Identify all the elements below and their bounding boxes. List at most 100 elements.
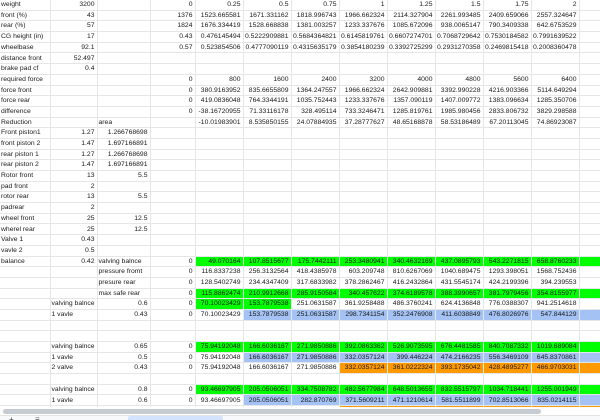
- cell[interactable]: [0, 277, 50, 288]
- cell[interactable]: 49.070164: [195, 256, 243, 267]
- cell[interactable]: [97, 53, 150, 64]
- cell[interactable]: 0: [150, 384, 195, 395]
- cell[interactable]: 0.5: [50, 245, 97, 256]
- cell[interactable]: [387, 320, 435, 331]
- cell[interactable]: 153.7879538: [243, 309, 291, 320]
- cell[interactable]: [579, 192, 600, 203]
- cell[interactable]: 1824: [150, 21, 195, 32]
- cell[interactable]: 271.9850886: [291, 342, 339, 353]
- cell[interactable]: 205.0506051: [243, 395, 291, 406]
- cell[interactable]: [0, 342, 50, 353]
- cell[interactable]: [97, 10, 150, 21]
- cell[interactable]: [531, 160, 579, 171]
- cell[interactable]: 0.2008360478: [531, 42, 579, 53]
- cell[interactable]: 2642.909881: [387, 85, 435, 96]
- cell[interactable]: [483, 374, 531, 385]
- cell[interactable]: [150, 181, 195, 192]
- cell[interactable]: [97, 331, 150, 342]
- cell[interactable]: 416.2432864: [387, 277, 435, 288]
- cell[interactable]: [339, 235, 387, 246]
- cell[interactable]: [435, 128, 483, 139]
- cell[interactable]: [339, 374, 387, 385]
- cell[interactable]: 75.94192048: [195, 352, 243, 363]
- cell[interactable]: 1233.337676: [339, 21, 387, 32]
- cell[interactable]: 234.4347409: [243, 277, 291, 288]
- cell[interactable]: [435, 320, 483, 331]
- cell[interactable]: 4216.903366: [483, 85, 531, 96]
- cell[interactable]: 0.43: [97, 309, 150, 320]
- cell[interactable]: [97, 0, 150, 10]
- cell[interactable]: [339, 149, 387, 160]
- cell[interactable]: [435, 213, 483, 224]
- cell[interactable]: [291, 203, 339, 214]
- cell[interactable]: [291, 64, 339, 75]
- cell[interactable]: [97, 235, 150, 246]
- cell[interactable]: 70.10023429: [195, 299, 243, 310]
- cell[interactable]: [579, 181, 600, 192]
- cell[interactable]: 2 valve: [50, 363, 97, 374]
- cell[interactable]: [579, 160, 600, 171]
- cell[interactable]: [0, 309, 50, 320]
- cell[interactable]: 107.8515677: [243, 256, 291, 267]
- cell[interactable]: [150, 53, 195, 64]
- cell[interactable]: 547.844129: [531, 309, 579, 320]
- cell[interactable]: [579, 21, 600, 32]
- cell[interactable]: 93.46697905: [195, 395, 243, 406]
- cell[interactable]: 0.43: [150, 32, 195, 43]
- cell[interactable]: [150, 128, 195, 139]
- cell[interactable]: 543.2271815: [483, 256, 531, 267]
- cell[interactable]: [0, 288, 50, 299]
- cell[interactable]: rotor rear: [0, 192, 50, 203]
- cell[interactable]: 0.5: [243, 0, 291, 10]
- horizontal-scrollbar-thumb[interactable]: [3, 409, 541, 414]
- cell[interactable]: [579, 288, 600, 299]
- cell[interactable]: 0: [150, 352, 195, 363]
- cell[interactable]: [195, 374, 243, 385]
- cell[interactable]: 388.3990657: [435, 288, 483, 299]
- cell[interactable]: [50, 106, 97, 117]
- cell[interactable]: 0: [150, 363, 195, 374]
- cell[interactable]: 116.8337238: [195, 267, 243, 278]
- cell[interactable]: [195, 181, 243, 192]
- cell[interactable]: [195, 192, 243, 203]
- cell[interactable]: [291, 235, 339, 246]
- cell[interactable]: 424.2199396: [483, 277, 531, 288]
- cell[interactable]: [97, 245, 150, 256]
- cell[interactable]: 474.2166235: [435, 352, 483, 363]
- cell[interactable]: 1600: [243, 74, 291, 85]
- cell[interactable]: [97, 106, 150, 117]
- cell[interactable]: 1019.689084: [531, 342, 579, 353]
- cell[interactable]: 2400: [291, 74, 339, 85]
- cell[interactable]: 0.3854180239: [339, 42, 387, 53]
- cell[interactable]: 271.9850886: [291, 363, 339, 374]
- cell[interactable]: [97, 64, 150, 75]
- cell[interactable]: presure rear: [97, 277, 150, 288]
- cell[interactable]: 764.3344191: [243, 96, 291, 107]
- cell[interactable]: [531, 128, 579, 139]
- cell[interactable]: [97, 85, 150, 96]
- cell[interactable]: 6400: [531, 74, 579, 85]
- cell[interactable]: 0: [150, 106, 195, 117]
- cell[interactable]: 3200: [339, 74, 387, 85]
- cell[interactable]: [339, 192, 387, 203]
- cell[interactable]: 115.8862474: [195, 288, 243, 299]
- cell[interactable]: 4000: [387, 74, 435, 85]
- cell[interactable]: 642.6753529: [531, 21, 579, 32]
- cell[interactable]: 256.3132564: [243, 267, 291, 278]
- cell[interactable]: [243, 128, 291, 139]
- cell[interactable]: 800: [195, 74, 243, 85]
- cell[interactable]: rear piston 2: [0, 160, 50, 171]
- cell[interactable]: 471.1210614: [387, 395, 435, 406]
- cell[interactable]: [243, 235, 291, 246]
- cell[interactable]: weight: [0, 0, 50, 10]
- cell[interactable]: [579, 149, 600, 160]
- cell[interactable]: [579, 0, 600, 10]
- cell[interactable]: [291, 245, 339, 256]
- cell[interactable]: 1.697166891: [97, 160, 150, 171]
- cell[interactable]: [0, 374, 50, 385]
- cell[interactable]: 317.6833982: [291, 277, 339, 288]
- cell[interactable]: [150, 245, 195, 256]
- cell[interactable]: 1285.819761: [387, 106, 435, 117]
- cell[interactable]: [50, 277, 97, 288]
- cell[interactable]: 13: [50, 192, 97, 203]
